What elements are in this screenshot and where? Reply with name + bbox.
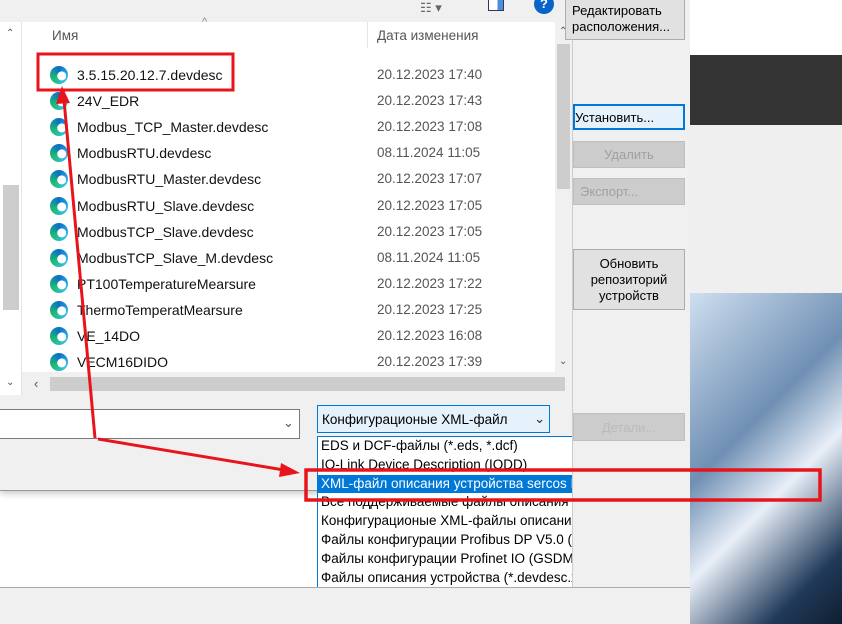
annotation-overlay <box>36 52 822 502</box>
highlight-box-filter <box>304 468 822 502</box>
annotation-arrow <box>62 99 97 439</box>
annotation-arrow <box>97 437 285 472</box>
highlight-box-file <box>36 52 235 92</box>
